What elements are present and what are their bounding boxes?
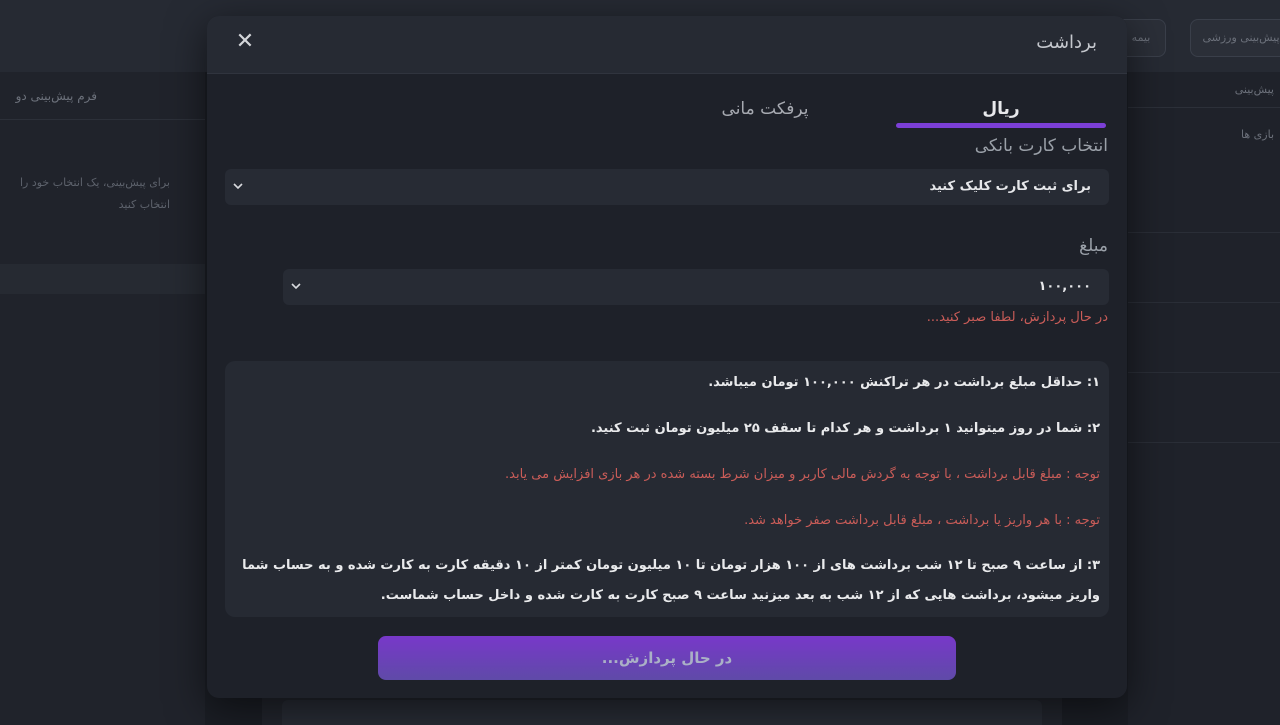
background-divider [1128,232,1280,233]
background-left-bar [0,264,205,294]
withdraw-modal: برداشت ✕ ریال پرفکت مانی انتخاب کارت بان… [207,16,1127,698]
background-divider [1128,442,1280,443]
rule-daily-limit: ۲: شما در روز میتوانید ۱ برداشت و هر کدا… [590,421,1100,436]
chevron-down-icon [233,183,243,190]
tab-rial[interactable]: ریال [896,99,1106,119]
withdraw-rules-box: ۱: حداقل مبلغ برداشت در هر تراکنش ۱۰۰,۰۰… [225,361,1109,617]
amount-label: مبلغ [1079,236,1108,256]
bank-card-label: انتخاب کارت بانکی [974,136,1108,156]
background-divider [1128,302,1280,303]
processing-message: در حال پردازش، لطفا صبر کنید... [926,310,1108,325]
background-right-title: پیش‌بینی [1128,72,1280,108]
tab-perfect-money[interactable]: پرفکت مانی [675,99,855,119]
modal-title: برداشت [1036,32,1097,53]
bank-card-select[interactable]: برای ثبت کارت کلیک کنید [225,169,1109,205]
amount-select[interactable]: ۱۰۰,۰۰۰ [283,269,1109,305]
chevron-down-icon [291,283,301,290]
background-left-text: برای پیش‌بینی، یک انتخاب خود را انتخاب ک… [19,176,170,211]
background-tab: پیش‌بینی ورزشی [1190,19,1280,57]
note-reset: توجه : با هر واریز یا برداشت ، مبلغ قابل… [744,513,1100,528]
active-tab-indicator [896,123,1106,128]
bank-card-value: برای ثبت کارت کلیک کنید [929,179,1091,194]
background-left-title: فرم پیش‌بینی دو [0,72,205,120]
note-withdrawable-amount: توجه : مبلغ قابل برداشت ، با توجه به گرد… [505,467,1100,482]
background-divider [1128,372,1280,373]
rule-processing-hours: ۳: از ساعت ۹ صبح تا ۱۲ شب برداشت های از … [242,558,1100,603]
amount-value: ۱۰۰,۰۰۰ [1038,279,1091,294]
background-left-panel: فرم پیش‌بینی دو برای پیش‌بینی، یک انتخاب… [0,72,205,725]
background-right-panel: پیش‌بینی بازی ها [1128,72,1280,725]
close-icon: ✕ [235,29,255,54]
submit-button[interactable]: در حال پردازش... [378,636,956,680]
rule-min-amount: ۱: حداقل مبلغ برداشت در هر تراکنش ۱۰۰,۰۰… [708,375,1100,390]
modal-header: برداشت ✕ [207,16,1127,74]
close-button[interactable]: ✕ [233,30,257,54]
background-right-text: بازی ها [1241,128,1274,141]
background-bottom-card [282,700,1042,725]
